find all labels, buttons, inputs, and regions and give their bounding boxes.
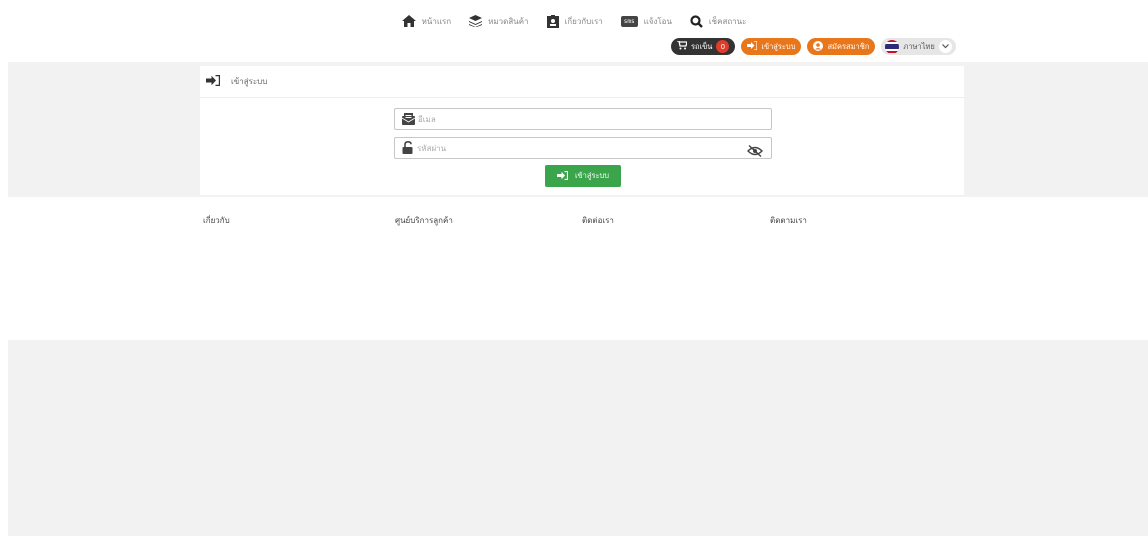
- password-input[interactable]: [417, 143, 717, 153]
- thai-flag-icon: [885, 39, 900, 54]
- sign-in-icon: [747, 40, 758, 52]
- page: หน้าแรก หมวดสินค้า เกี่ยวกับเรา sms แจ้ง…: [0, 0, 1148, 536]
- footer-link-customer-service[interactable]: ศูนย์บริการลูกค้า: [395, 214, 453, 227]
- nav-item-categories[interactable]: หมวดสินค้า: [469, 15, 529, 28]
- nav-item-check-status[interactable]: เช็คสถานะ: [690, 14, 747, 28]
- nav-item-home[interactable]: หน้าแรก: [401, 15, 452, 28]
- email-field-wrapper: [394, 108, 772, 130]
- login-card: เข้าสู่ระบบ เข้าสู่ระบบ: [200, 66, 964, 195]
- unlock-icon: [402, 139, 414, 158]
- eye-slash-icon[interactable]: [747, 142, 763, 161]
- id-card-icon: [546, 14, 559, 28]
- home-icon: [401, 15, 416, 27]
- cart-icon: [677, 40, 688, 52]
- login-submit-button[interactable]: เข้าสู่ระบบ: [545, 165, 621, 187]
- nav-item-payment-notify[interactable]: sms แจ้งโอน: [620, 15, 672, 28]
- login-card-header: เข้าสู่ระบบ: [200, 66, 964, 98]
- email-input[interactable]: [418, 114, 718, 124]
- footer-link-follow[interactable]: ติดตามเรา: [770, 214, 807, 227]
- login-header-label: เข้าสู่ระบบ: [761, 41, 796, 51]
- login-submit-label: เข้าสู่ระบบ: [574, 171, 610, 180]
- layers-icon: [469, 15, 483, 27]
- cart-count-badge: 0: [716, 40, 730, 53]
- cart-button[interactable]: รถเข็น 0: [671, 38, 736, 55]
- footer-link-about[interactable]: เกี่ยวกับ: [203, 214, 230, 227]
- password-field-wrapper: [394, 137, 772, 159]
- cart-label: รถเข็น: [691, 41, 713, 51]
- sign-in-icon: [556, 170, 569, 182]
- sign-in-icon: [206, 74, 221, 88]
- nav-item-label: เกี่ยวกับเรา: [564, 16, 603, 26]
- nav-item-label: หน้าแรก: [421, 16, 452, 26]
- search-icon: [690, 14, 703, 28]
- sms-icon: sms: [620, 15, 638, 27]
- footer-link-contact[interactable]: ติดต่อเรา: [582, 214, 614, 227]
- nav-item-about[interactable]: เกี่ยวกับเรา: [546, 14, 603, 28]
- login-header-button[interactable]: เข้าสู่ระบบ: [741, 38, 802, 55]
- envelope-icon: [401, 110, 416, 129]
- nav-item-label: หมวดสินค้า: [488, 16, 529, 26]
- register-button[interactable]: สมัครสมาชิก: [807, 38, 876, 55]
- register-label: สมัครสมาชิก: [827, 41, 870, 51]
- footer-background: [8, 340, 1148, 536]
- header-actions: รถเข็น 0 เข้าสู่ระบบ สมัครสมาชิก ภาษาไทย: [671, 38, 956, 55]
- page-title: เข้าสู่ระบบ: [231, 77, 268, 86]
- nav-item-label: เช็คสถานะ: [708, 16, 747, 26]
- language-label: ภาษาไทย: [903, 41, 935, 51]
- language-selector[interactable]: ภาษาไทย: [881, 38, 956, 55]
- top-nav: หน้าแรก หมวดสินค้า เกี่ยวกับเรา sms แจ้ง…: [0, 10, 1148, 32]
- chevron-down-icon: [938, 40, 952, 53]
- nav-item-label: แจ้งโอน: [643, 16, 672, 26]
- user-circle-icon: [813, 40, 824, 53]
